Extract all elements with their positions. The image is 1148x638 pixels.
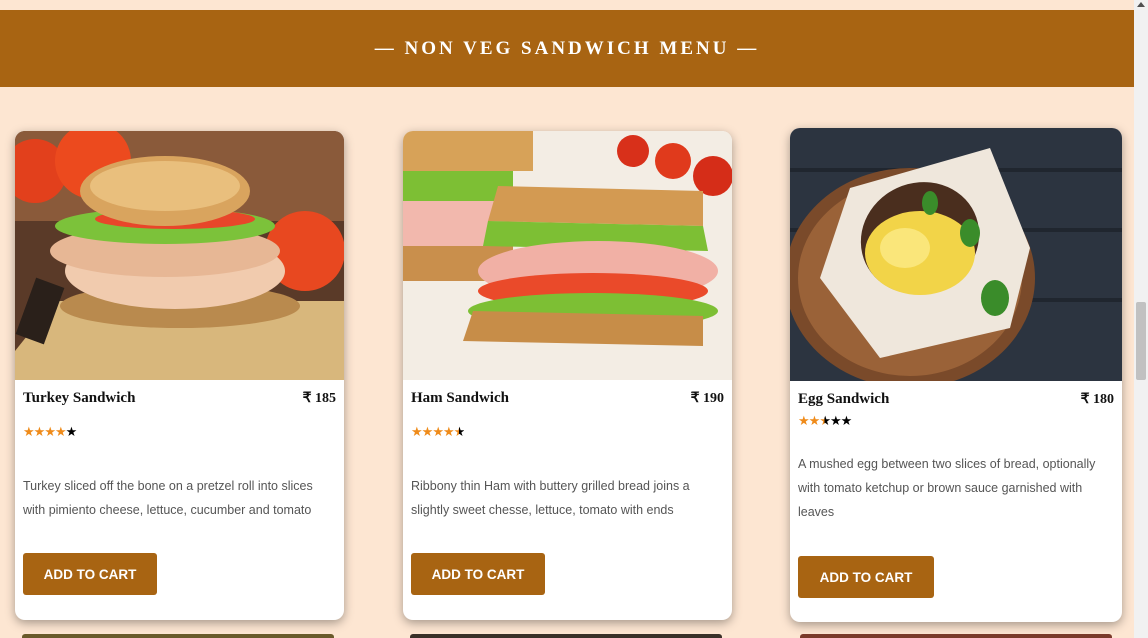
next-row-card-peek (22, 634, 334, 638)
scroll-up-arrow-icon[interactable] (1137, 2, 1145, 7)
turkey-sandwich-image (15, 131, 344, 380)
next-row-card-peek (410, 634, 722, 638)
rating-stars: ★★★★★ (23, 424, 78, 439)
star-icon: ★ (411, 424, 423, 439)
add-to-cart-button[interactable]: ADD TO CART (798, 556, 934, 598)
menu-title: — NON VEG SANDWICH MENU — (374, 37, 760, 59)
star-half-icon: ★ (819, 413, 831, 428)
star-icon: ★ (432, 424, 444, 439)
star-half-icon: ★ (453, 424, 466, 439)
egg-sandwich-image (790, 128, 1122, 381)
star-icon: ★ (421, 424, 434, 439)
star-icon: ★ (808, 413, 821, 428)
item-name: Ham Sandwich (411, 390, 509, 406)
top-strip (0, 0, 1134, 10)
item-description: A mushed egg between two slices of bread… (798, 457, 1096, 519)
menu-banner: — NON VEG SANDWICH MENU — (0, 10, 1134, 87)
item-price: ₹ 180 (1080, 392, 1114, 407)
menu-card-turkey: Turkey Sandwich ₹ 185 ★★★★★ Turkey slice… (15, 131, 344, 620)
item-price: ₹ 190 (690, 391, 724, 406)
star-empty-icon: ★ (840, 413, 853, 428)
rating-stars: ★★★★★ (798, 413, 853, 428)
next-row-card-peek (800, 634, 1112, 638)
star-icon: ★ (44, 424, 56, 439)
item-price: ₹ 185 (302, 391, 336, 406)
star-empty-icon: ★ (65, 424, 78, 439)
add-to-cart-button[interactable]: ADD TO CART (411, 553, 545, 595)
rating-stars: ★★★★★ (411, 424, 466, 439)
star-icon: ★ (33, 424, 46, 439)
item-description: Turkey sliced off the bone on a pretzel … (23, 479, 313, 517)
item-name: Turkey Sandwich (23, 390, 136, 406)
scrollbar[interactable] (1134, 0, 1148, 638)
menu-card-egg: Egg Sandwich ₹ 180 ★★★★★ A mushed egg be… (790, 128, 1122, 622)
menu-page: — NON VEG SANDWICH MENU — Turkey Sandwic… (0, 0, 1148, 638)
item-description: Ribbony thin Ham with buttery grilled br… (411, 479, 690, 517)
star-icon: ★ (798, 413, 810, 428)
star-icon: ★ (23, 424, 35, 439)
star-empty-icon: ★ (829, 413, 842, 428)
scrollbar-thumb[interactable] (1136, 302, 1146, 380)
ham-sandwich-image (403, 131, 732, 380)
add-to-cart-button[interactable]: ADD TO CART (23, 553, 157, 595)
item-name: Egg Sandwich (798, 391, 890, 407)
star-icon: ★ (442, 424, 455, 439)
menu-card-ham: Ham Sandwich ₹ 190 ★★★★★ Ribbony thin Ha… (403, 131, 732, 620)
star-icon: ★ (54, 424, 67, 439)
